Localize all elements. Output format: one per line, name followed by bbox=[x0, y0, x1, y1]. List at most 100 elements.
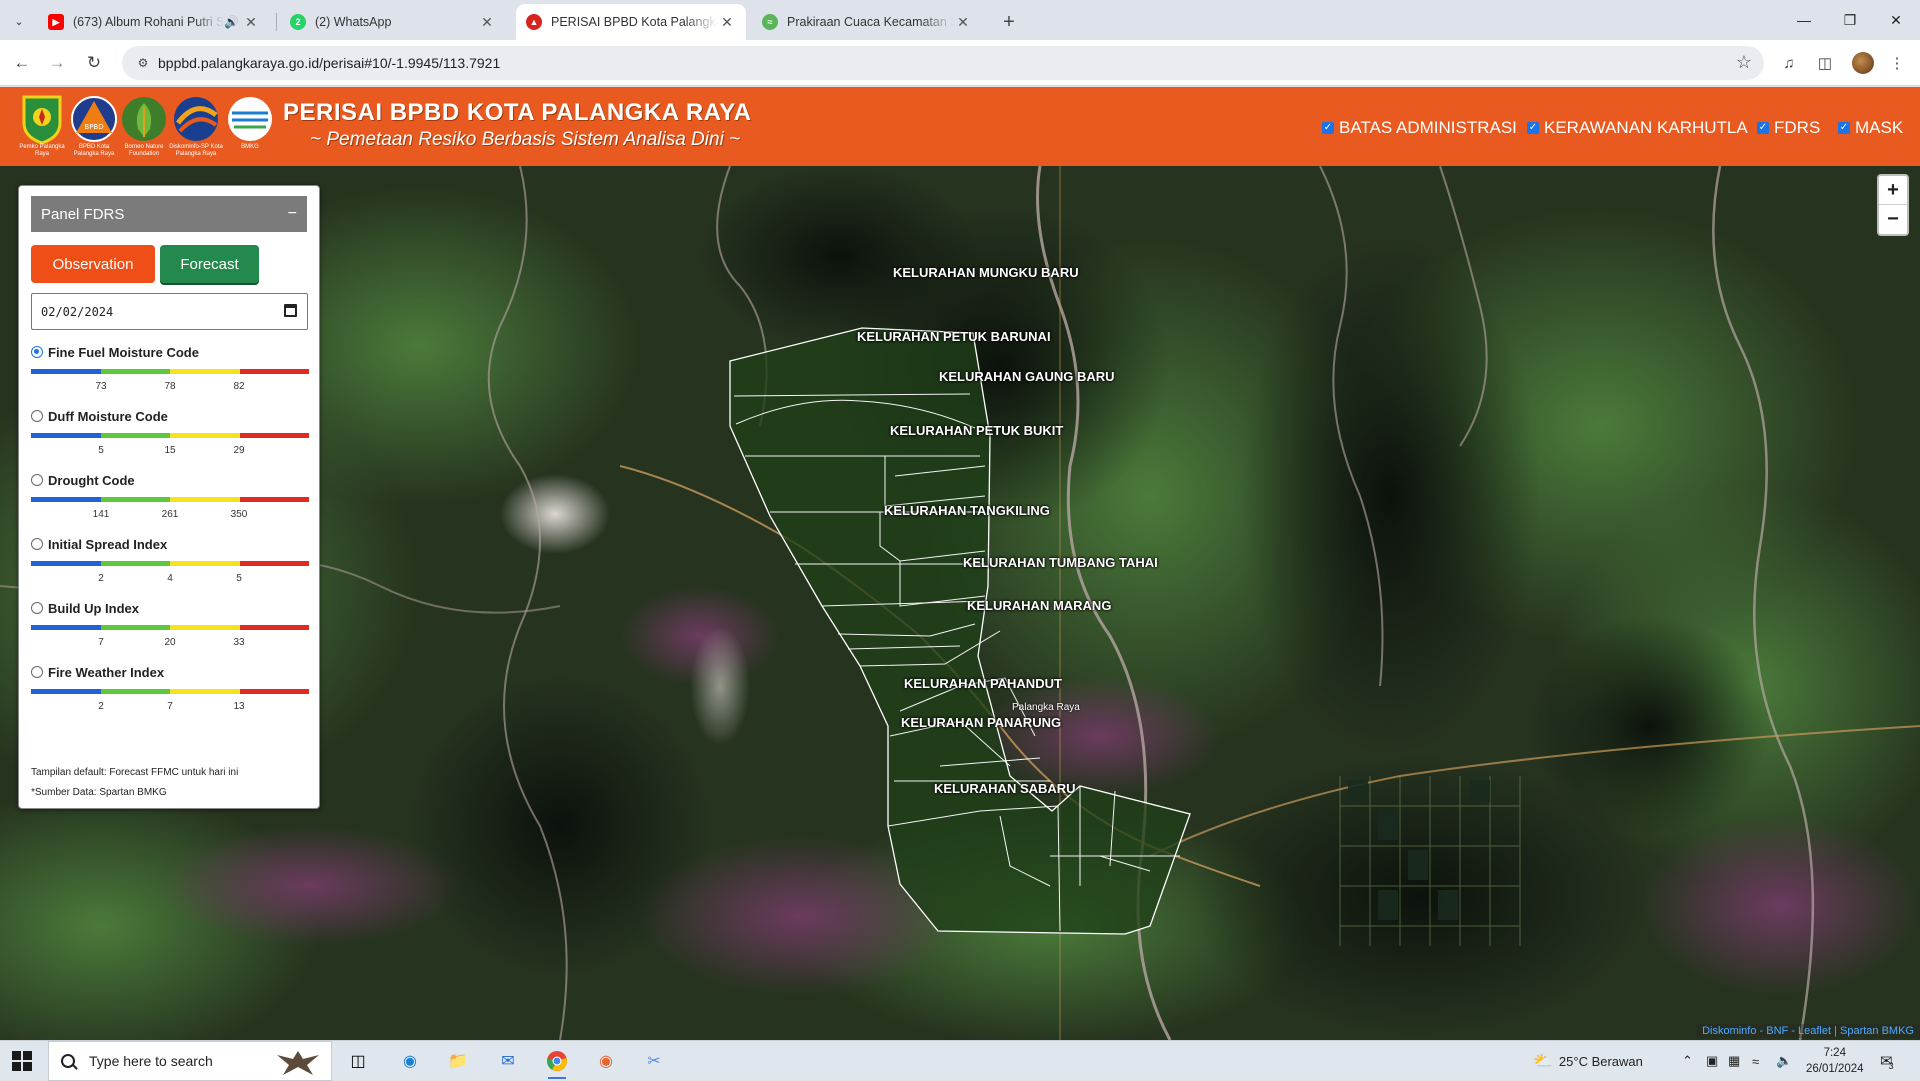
wifi-icon[interactable]: ≈ bbox=[1752, 1041, 1759, 1081]
scale-tick-label: 33 bbox=[233, 637, 245, 648]
tab-search-button[interactable]: ⌄ bbox=[8, 10, 30, 32]
scale-segment bbox=[31, 689, 101, 694]
close-tab-icon[interactable]: ✕ bbox=[242, 14, 260, 31]
calendar-icon[interactable] bbox=[284, 304, 297, 317]
fdrs-index-option[interactable]: Fine Fuel Moisture Code 73 78 82 bbox=[31, 344, 309, 396]
scale-tick-label: 7 bbox=[98, 637, 104, 648]
tab-perisai-bpbd[interactable]: ▲ PERISAI BPBD Kota Palangka Raya ✕ bbox=[516, 4, 746, 40]
back-arrow-icon[interactable]: ← bbox=[10, 51, 34, 75]
data-source-note: *Sumber Data: Spartan BMKG bbox=[31, 787, 167, 798]
restore-button[interactable]: ❐ bbox=[1830, 8, 1870, 32]
scale-tick-label: 5 bbox=[98, 445, 104, 456]
task-view-icon[interactable]: ◫ bbox=[344, 1047, 372, 1075]
bookmark-star-icon[interactable]: ☆ bbox=[1736, 52, 1752, 73]
address-bar[interactable]: ⚙ bppbd.palangkaraya.go.id/perisai#10/-1… bbox=[122, 46, 1764, 80]
start-button[interactable] bbox=[12, 1051, 32, 1071]
minimize-button[interactable]: — bbox=[1784, 8, 1824, 32]
tray-chevron-icon[interactable]: ⌃ bbox=[1682, 1041, 1693, 1081]
weather-widget[interactable]: ⛅ 25°C Berawan bbox=[1533, 1041, 1643, 1081]
snipping-tool-icon[interactable]: ✂ bbox=[640, 1047, 668, 1075]
windows-taskbar: Type here to search ◫ ◉ 📁 ✉ ◉ ✂ ⛅ 25°C B… bbox=[0, 1040, 1920, 1081]
garuda-search-highlight-icon bbox=[277, 1051, 319, 1075]
radio-unselected-icon[interactable] bbox=[31, 410, 43, 422]
fdrs-index-option[interactable]: Build Up Index 7 20 33 bbox=[31, 600, 309, 652]
radio-selected-icon[interactable] bbox=[31, 346, 43, 358]
close-tab-icon[interactable]: ✕ bbox=[718, 14, 736, 31]
layer-toggle-batas-administrasi[interactable]: ✓ BATAS ADMINISTRASI bbox=[1322, 118, 1517, 138]
new-tab-button[interactable]: + bbox=[995, 8, 1023, 36]
radio-unselected-icon[interactable] bbox=[31, 538, 43, 550]
weather-text: 25°C Berawan bbox=[1558, 1053, 1643, 1069]
radio-unselected-icon[interactable] bbox=[31, 602, 43, 614]
side-panel-icon[interactable]: ◫ bbox=[1814, 52, 1836, 74]
fdrs-index-option[interactable]: Initial Spread Index 2 4 5 bbox=[31, 536, 309, 588]
notification-center-icon[interactable]: ✉ 3 bbox=[1880, 1041, 1894, 1081]
url-text[interactable]: bppbd.palangkaraya.go.id/perisai#10/-1.9… bbox=[158, 55, 500, 71]
tab-separator bbox=[276, 13, 277, 31]
scale-segment bbox=[170, 625, 240, 630]
scale-segment bbox=[31, 433, 101, 438]
layer-toggle-kerawanan-karhutla[interactable]: ✓ KERAWANAN KARHUTLA bbox=[1527, 118, 1748, 138]
reload-icon[interactable]: ↻ bbox=[82, 51, 106, 75]
checkbox-checked-icon[interactable]: ✓ bbox=[1322, 122, 1334, 134]
radio-unselected-icon[interactable] bbox=[31, 666, 43, 678]
scale-segment bbox=[239, 497, 309, 502]
checkbox-checked-icon[interactable]: ✓ bbox=[1757, 122, 1769, 134]
volume-icon[interactable]: 🔈 bbox=[1776, 1041, 1792, 1081]
clock-date: 26/01/2024 bbox=[1806, 1063, 1864, 1075]
forward-arrow-icon[interactable]: → bbox=[45, 51, 69, 75]
collapse-panel-button[interactable]: − bbox=[288, 205, 297, 223]
scale-tick-label: 4 bbox=[167, 573, 173, 584]
kelurahan-label: KELURAHAN PETUK BARUNAI bbox=[857, 329, 1051, 344]
index-color-scale bbox=[31, 497, 309, 502]
taskbar-clock[interactable]: 7:24 26/01/2024 bbox=[1806, 1045, 1864, 1077]
menu-kebab-icon[interactable]: ⋮ bbox=[1886, 52, 1908, 74]
close-window-button[interactable]: ✕ bbox=[1876, 8, 1916, 32]
kelurahan-label: KELURAHAN PAHANDUT bbox=[904, 676, 1062, 691]
firefox-icon[interactable]: ◉ bbox=[592, 1047, 620, 1075]
fdrs-index-option[interactable]: Duff Moisture Code 5 15 29 bbox=[31, 408, 309, 460]
zoom-out-button[interactable]: − bbox=[1879, 205, 1907, 234]
scale-tick-label: 2 bbox=[98, 573, 104, 584]
taskbar-search-input[interactable]: Type here to search bbox=[48, 1041, 332, 1081]
profile-avatar[interactable] bbox=[1852, 52, 1874, 74]
tray-app-icon[interactable]: ▣ bbox=[1706, 1041, 1718, 1081]
checkbox-checked-icon[interactable]: ✓ bbox=[1838, 122, 1850, 134]
tab-youtube[interactable]: ▶ (673) Album Rohani Putri Sil 🔊 ✕ bbox=[38, 4, 270, 40]
layer-label: BATAS ADMINISTRASI bbox=[1339, 118, 1517, 137]
file-explorer-icon[interactable]: 📁 bbox=[444, 1047, 472, 1075]
tab-whatsapp[interactable]: 2 (2) WhatsApp ✕ bbox=[280, 4, 506, 40]
scale-tick-label: 7 bbox=[167, 701, 173, 712]
bmkg-icon: ≈ bbox=[762, 14, 778, 30]
zoom-in-button[interactable]: + bbox=[1879, 176, 1907, 205]
close-tab-icon[interactable]: ✕ bbox=[954, 14, 972, 31]
forecast-button[interactable]: Forecast bbox=[160, 245, 259, 283]
close-tab-icon[interactable]: ✕ bbox=[478, 14, 496, 31]
checkbox-checked-icon[interactable]: ✓ bbox=[1527, 122, 1539, 134]
map-attribution[interactable]: Diskominfo - BNF - Leaflet | Spartan BMK… bbox=[1696, 1024, 1920, 1038]
scale-segment bbox=[239, 625, 309, 630]
scale-segment bbox=[31, 561, 101, 566]
radio-unselected-icon[interactable] bbox=[31, 474, 43, 486]
chrome-icon[interactable] bbox=[543, 1047, 571, 1079]
browser-toolbar: ← → ↻ ⚙ bppbd.palangkaraya.go.id/perisai… bbox=[0, 40, 1920, 86]
default-view-note: Tampilan default: Forecast FFMC untuk ha… bbox=[31, 767, 239, 778]
fdrs-index-option[interactable]: Fire Weather Index 2 7 13 bbox=[31, 664, 309, 716]
scale-segment bbox=[170, 497, 240, 502]
scale-segment bbox=[170, 561, 240, 566]
zoom-control: + − bbox=[1877, 174, 1909, 236]
tray-photo-icon[interactable]: ▦ bbox=[1728, 1041, 1740, 1081]
observation-button[interactable]: Observation bbox=[31, 245, 155, 283]
tab-prakiraan-cuaca[interactable]: ≈ Prakiraan Cuaca Kecamatan Sab ✕ bbox=[752, 4, 982, 40]
scale-segment bbox=[100, 369, 170, 374]
mail-icon[interactable]: ✉ bbox=[494, 1047, 522, 1075]
layer-toggle-fdrs[interactable]: ✓ FDRS bbox=[1757, 118, 1820, 138]
edge-browser-icon[interactable]: ◉ bbox=[396, 1047, 424, 1075]
site-settings-icon[interactable]: ⚙ bbox=[134, 54, 152, 72]
satellite-map[interactable]: KELURAHAN MUNGKU BARU KELURAHAN PETUK BA… bbox=[0, 166, 1920, 1040]
fdrs-index-option[interactable]: Drought Code 141 261 350 bbox=[31, 472, 309, 524]
speaker-icon[interactable]: 🔊 bbox=[224, 15, 242, 29]
date-input[interactable]: 02/02/2024 bbox=[31, 293, 308, 330]
media-controls-icon[interactable]: ♫ bbox=[1778, 52, 1800, 74]
layer-toggle-mask[interactable]: ✓ MASK bbox=[1838, 118, 1903, 138]
